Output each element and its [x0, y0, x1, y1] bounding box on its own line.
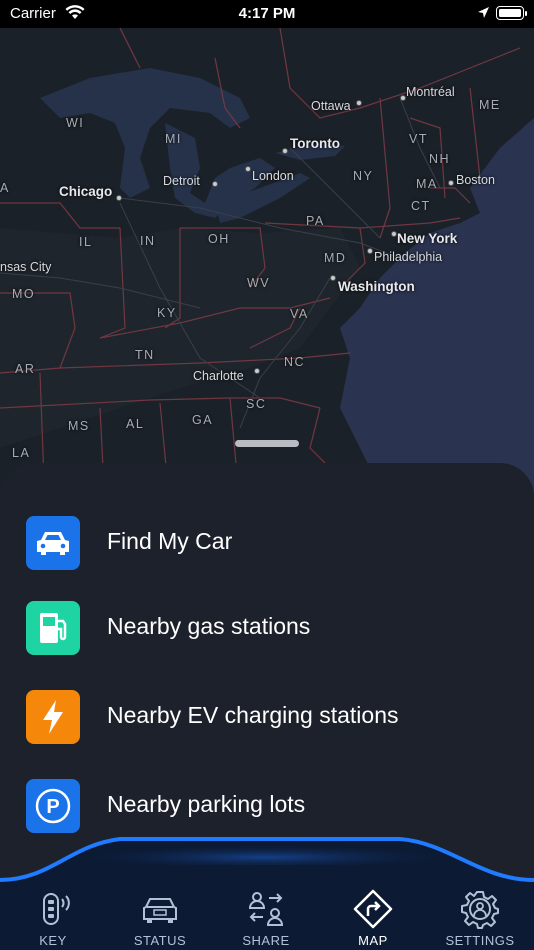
tab-settings[interactable]: SETTINGS: [427, 887, 533, 948]
map-label: VT: [409, 132, 428, 146]
map-label: IN: [140, 234, 156, 248]
map-label: OH: [208, 232, 230, 246]
tab-key-label: KEY: [39, 933, 67, 948]
city-dot: [282, 148, 288, 154]
clock: 4:17 PM: [238, 5, 296, 22]
city-dot: [448, 180, 454, 186]
map-label: NC: [284, 355, 306, 369]
map-label: IL: [79, 235, 93, 249]
tab-status[interactable]: STATUS: [107, 887, 213, 948]
map-label: AL: [126, 417, 145, 431]
car-icon: [26, 516, 80, 570]
city-dot: [212, 181, 218, 187]
car-key-icon: [43, 893, 70, 925]
tab-map-label: MAP: [358, 933, 388, 948]
map-label: Montréal: [406, 85, 455, 99]
map-label: MS: [68, 419, 90, 433]
map-label: New York: [397, 231, 458, 246]
map-label: SC: [246, 397, 267, 411]
find-my-car-label: Find My Car: [107, 528, 233, 554]
map-label: nsas City: [0, 260, 52, 274]
map-label: Detroit: [163, 174, 200, 188]
share-users-icon: [248, 892, 284, 926]
car-status-icon: [143, 898, 177, 923]
map-label: A: [0, 181, 10, 195]
map-label: LA: [12, 446, 31, 460]
map-label: ME: [479, 98, 501, 112]
tab-map[interactable]: MAP: [320, 887, 426, 948]
map-label: Charlotte: [193, 369, 244, 383]
map-label: TN: [135, 348, 155, 362]
location-arrow-icon: [477, 6, 490, 23]
city-dot: [356, 100, 362, 106]
map-view[interactable]: WI MI A Chicago Detroit Ottawa Montréal …: [0, 28, 534, 508]
find-my-car-item[interactable]: Find My Car: [0, 510, 534, 576]
lightning-bolt-icon: [26, 690, 80, 744]
map-label: London: [252, 169, 294, 183]
nearby-gas-stations-item[interactable]: Nearby gas stations: [0, 595, 534, 661]
map-label: Washington: [338, 279, 415, 294]
map-label: AR: [15, 362, 36, 376]
tab-bar-wave: [0, 837, 534, 890]
map-label: MO: [12, 287, 36, 301]
map-label: CT: [411, 199, 431, 213]
directions-icon: [353, 889, 393, 929]
map-canvas: [0, 28, 534, 508]
city-dot: [116, 195, 122, 201]
city-dot: [330, 275, 336, 281]
map-label: Chicago: [59, 184, 113, 199]
map-label: Ottawa: [311, 99, 351, 113]
map-label: WV: [247, 276, 271, 290]
map-label: Boston: [456, 173, 495, 187]
city-dot: [367, 248, 373, 254]
city-dot: [245, 166, 251, 172]
map-label: WI: [66, 116, 85, 130]
map-label: PA: [306, 214, 325, 228]
map-label: KY: [157, 306, 177, 320]
nearby-ev-charging-item[interactable]: Nearby EV charging stations: [0, 684, 534, 750]
gear-icon: [461, 891, 499, 929]
map-label: GA: [192, 413, 214, 427]
sheet-drag-handle[interactable]: [235, 440, 299, 447]
map-label: Toronto: [290, 136, 340, 151]
map-label: Philadelphia: [374, 250, 443, 264]
map-label: NY: [353, 169, 374, 183]
tab-share-label: SHARE: [242, 933, 290, 948]
svg-text:P: P: [46, 796, 59, 818]
map-label: MD: [324, 251, 347, 265]
tab-key[interactable]: KEY: [0, 887, 106, 948]
map-label: MA: [416, 177, 438, 191]
map-label: NH: [429, 152, 451, 166]
nearby-parking-label: Nearby parking lots: [107, 791, 306, 817]
map-label: MI: [165, 132, 182, 146]
city-dot: [254, 368, 260, 374]
status-bar: Carrier 4:17 PM: [0, 0, 534, 28]
battery-icon: [496, 6, 527, 20]
nearby-gas-stations-label: Nearby gas stations: [107, 613, 311, 639]
tab-status-label: STATUS: [133, 933, 187, 948]
tab-share[interactable]: SHARE: [213, 887, 319, 948]
map-label: VA: [290, 307, 309, 321]
gas-pump-icon: [26, 601, 80, 655]
tab-settings-label: SETTINGS: [445, 933, 515, 948]
nearby-ev-charging-label: Nearby EV charging stations: [107, 702, 399, 728]
